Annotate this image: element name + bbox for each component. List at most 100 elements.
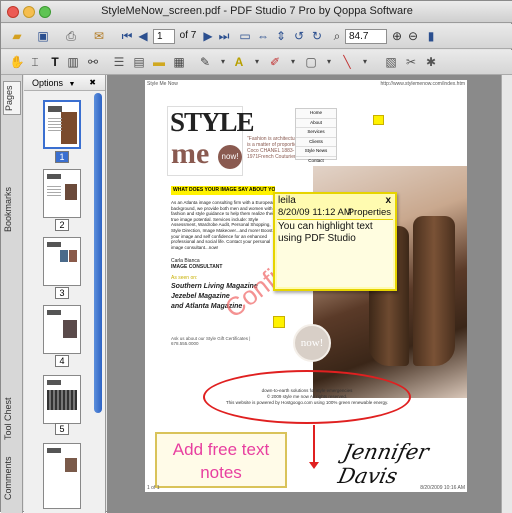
site-nav: Home About Services Clients Style News C… [295,108,337,163]
note-date: 8/20/09 11:12 AM [278,207,352,218]
save-icon[interactable]: ▣ [35,28,51,44]
page-footer-right: 8/20/2009 10:16 AM [420,485,465,491]
tab-pages[interactable]: Pages [3,81,21,115]
note-close-button[interactable]: x [385,195,391,206]
pencil-icon[interactable]: ✎ [197,54,213,70]
fit-height-icon[interactable]: ⇕ [273,28,289,44]
note-text-area[interactable]: You can highlight text using PDF Studio [277,219,393,287]
shapes-dropdown-icon[interactable]: ▾ [321,54,337,70]
nav-services[interactable]: Services [296,128,336,138]
page-number-5: 5 [55,423,69,435]
attach-icon[interactable]: ✂ [403,54,419,70]
logo-now-badge: now! [218,145,242,169]
footer-text: down-to-earth solutions for style emerge… [215,388,399,406]
highlight-dropdown-icon[interactable]: ▾ [249,54,265,70]
nav-style-news[interactable]: Style News [296,147,336,157]
find-icon[interactable]: ⚯ [85,54,101,70]
text-tool-icon[interactable]: T [47,54,63,70]
logo-style-text: STYLE [170,107,255,137]
free-text-line-2: notes [200,463,242,482]
page-header-right: http://www.stylemenow.com/index.htm [380,81,465,87]
page-total-label: of 7 [179,30,197,41]
print-icon[interactable]: ⎙ [63,28,79,44]
pages-list-icon[interactable]: ☰ [111,54,127,70]
logo-me-text: me [171,137,210,170]
open-folder-icon[interactable]: ▰ [9,28,25,44]
document-icon[interactable]: ▤ [131,54,147,70]
arrow-annotation-head [309,462,319,469]
page-thumbnail-6[interactable] [43,443,81,509]
note-properties-link[interactable]: Properties [348,207,391,218]
app-window: StyleMeNow_screen.pdf - PDF Studio 7 Pro… [0,0,512,513]
nav-contact[interactable]: Contact [296,157,336,166]
sticky-note-icon[interactable]: ▬ [151,54,167,70]
free-text-annotation[interactable]: Add free text notes [155,432,287,488]
rotate-ccw-icon[interactable]: ↺ [291,28,307,44]
tab-tool-chest[interactable]: Tool Chest [3,393,21,445]
page-number-3: 3 [55,287,69,299]
last-page-icon[interactable]: ⏭ [216,28,232,44]
page-footer-left: 1 of 1 [147,485,160,491]
line-icon[interactable]: ╲ [339,54,355,70]
boot-right [413,216,455,366]
hand-tool-icon[interactable]: ✋ [9,54,25,70]
page-thumbnail-5[interactable] [43,375,81,424]
tab-bookmarks[interactable]: Bookmarks [3,181,21,237]
zoom-out-icon[interactable]: ⊖ [405,28,421,44]
window-title: StyleMeNow_screen.pdf - PDF Studio 7 Pro… [101,5,413,17]
thumbnail-scrollbar[interactable] [94,93,102,413]
sticky-note-popup[interactable]: leila x 8/20/09 11:12 AM Properties You … [273,192,397,291]
options-menu[interactable]: Options [32,78,63,88]
highlight-icon[interactable]: A [231,54,247,70]
consultant-title: IMAGE CONSULTANT [171,264,223,270]
settings-icon[interactable]: ✱ [423,54,439,70]
page-thumbnail-4[interactable] [43,305,81,354]
arrow-annotation-line[interactable] [313,425,315,465]
highlighted-heading: WHAT DOES YOUR IMAGE SAY ABOUT YOU? [171,186,275,195]
fit-width-icon[interactable]: ⇔ [255,28,271,44]
zoom-tool-icon[interactable]: ⌕ [329,28,345,44]
title-bar: StyleMeNow_screen.pdf - PDF Studio 7 Pro… [1,1,512,23]
bottle-icon[interactable]: ▮ [423,28,439,44]
page-thumbnail-1[interactable] [43,100,81,149]
fit-page-icon[interactable]: ▭ [237,28,253,44]
zoom-in-icon[interactable]: ⊕ [389,28,405,44]
nav-about[interactable]: About [296,119,336,128]
form-icon[interactable]: ▧ [383,54,399,70]
email-icon[interactable]: ✉ [91,28,107,44]
pencil-dropdown-icon[interactable]: ▾ [215,54,231,70]
free-text-line-1: Add free text [172,440,270,459]
page-header-left: Style Me Now [147,81,178,87]
body-text: As an Atlanta image consulting firm with… [171,200,276,250]
marker-dropdown-icon[interactable]: ▾ [285,54,301,70]
note-marker-icon-2[interactable] [273,316,285,328]
zoom-select[interactable]: 84.7 [345,29,387,44]
page-thumbnail-3[interactable] [43,237,81,286]
marker-icon[interactable]: ✐ [267,54,283,70]
press-intro: As seen on: [171,275,198,281]
page-thumbnail-2[interactable] [43,169,81,218]
main-toolbar: ▰ ▣ ⎙ ✉ ⏮ ◀ 1 of 7 ▶ ⏭ ▭ ⇔ ⇕ ↺ ↻ ⌕ 84.7 … [1,24,512,49]
shapes-icon[interactable]: ▢ [303,54,319,70]
line-dropdown-icon[interactable]: ▾ [357,54,373,70]
now-badge: now! [293,324,331,362]
annotation-toolbar: ✋ ⌶ T ▥ ⚯ ☰ ▤ ▬ ▦ ✎ ▾ A ▾ ✐ ▾ ▢ ▾ ╲ ▾ ▧ … [1,50,512,75]
page-number-1: 1 [55,151,69,163]
text-select-icon[interactable]: ⌶ [27,54,43,70]
previous-page-icon[interactable]: ◀ [135,28,151,44]
tab-comments[interactable]: Comments [3,450,21,506]
side-tab-bar: Pages Bookmarks Tool Chest Comments [1,75,23,513]
options-dropdown-icon[interactable]: ▼ [69,81,76,88]
page-number-input[interactable]: 1 [153,29,175,44]
next-page-icon[interactable]: ▶ [200,28,216,44]
document-scrollbar[interactable] [501,75,512,513]
nav-home[interactable]: Home [296,109,336,119]
stamp-icon[interactable]: ▦ [171,54,187,70]
note-marker-icon[interactable] [373,115,384,125]
snapshot-icon[interactable]: ▥ [65,54,81,70]
rotate-cw-icon[interactable]: ↻ [309,28,325,44]
first-page-icon[interactable]: ⏮ [119,28,135,44]
page-number-2: 2 [55,219,69,231]
nav-clients[interactable]: Clients [296,138,336,147]
panel-close-icon[interactable]: ✖ [89,75,96,91]
